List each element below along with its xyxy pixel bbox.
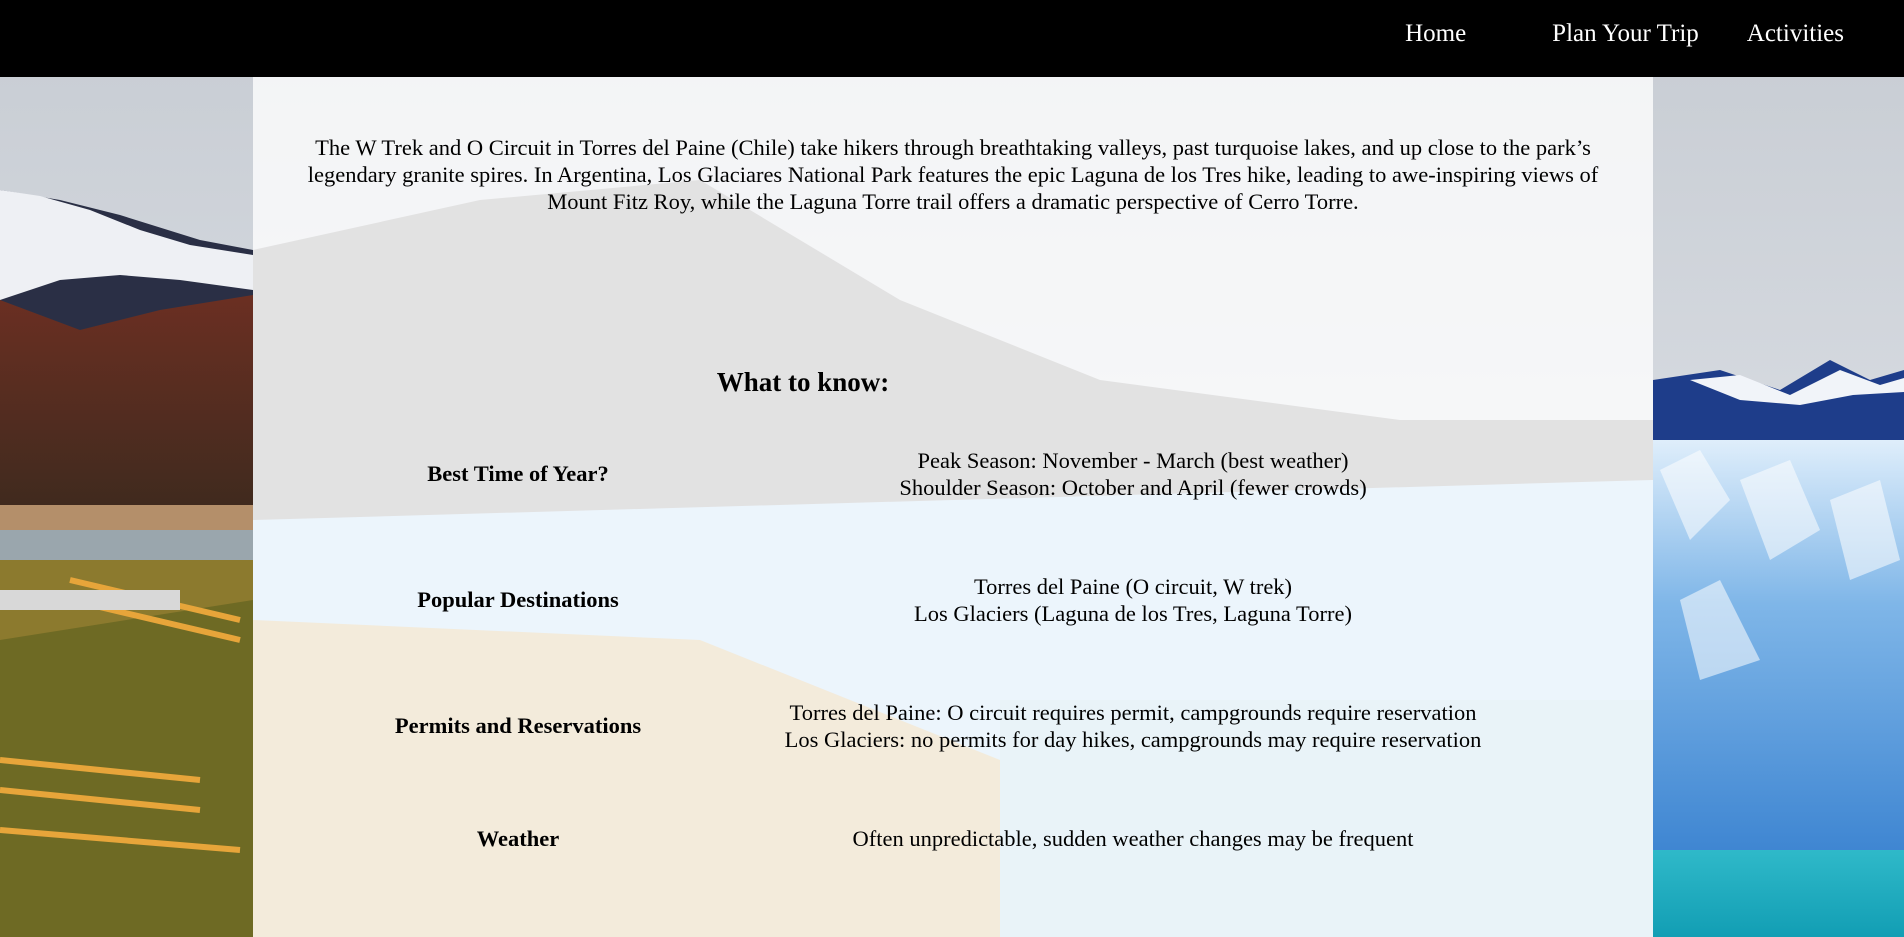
info-row-weather: Weather Often unpredictable, sudden weat… bbox=[253, 825, 1653, 885]
nav-home-link[interactable]: Home bbox=[1381, 20, 1490, 48]
info-row-value-line: Torres del Paine: O circuit requires per… bbox=[789, 700, 1477, 725]
info-row-permits: Permits and Reservations Torres del Pain… bbox=[253, 699, 1653, 759]
info-row-value-line: Peak Season: November - March (best weat… bbox=[917, 448, 1349, 473]
info-row-label: Best Time of Year? bbox=[427, 461, 609, 486]
what-to-know-heading: What to know: bbox=[253, 367, 1653, 398]
intro-paragraph: The W Trek and O Circuit in Torres del P… bbox=[307, 135, 1599, 214]
info-row-value: Often unpredictable, sudden weather chan… bbox=[783, 825, 1483, 852]
page: Home Plan Your Trip Activities The W Tre… bbox=[0, 0, 1904, 937]
info-row-value-line: Los Glaciers: no permits for day hikes, … bbox=[784, 727, 1482, 752]
info-row-value-line: Torres del Paine (O circuit, W trek) bbox=[973, 574, 1293, 599]
main-content-panel: The W Trek and O Circuit in Torres del P… bbox=[253, 77, 1653, 937]
nav-links: Home Plan Your Trip Activities bbox=[1381, 20, 1868, 48]
info-row-value: Torres del Paine: O circuit requires per… bbox=[783, 699, 1483, 753]
nav-plan-trip-link[interactable]: Plan Your Trip bbox=[1528, 20, 1723, 48]
info-row-popular-destinations: Popular Destinations Torres del Paine (O… bbox=[253, 573, 1653, 633]
info-row-best-time: Best Time of Year? Peak Season: November… bbox=[253, 447, 1653, 507]
info-row-value: Torres del Paine (O circuit, W trek) Los… bbox=[783, 573, 1483, 627]
nav-activities-link[interactable]: Activities bbox=[1723, 20, 1868, 48]
info-row-value-line: Los Glaciers (Laguna de los Tres, Laguna… bbox=[914, 601, 1352, 626]
info-row-label: Popular Destinations bbox=[417, 587, 619, 612]
what-to-know-title: What to know: bbox=[716, 367, 890, 397]
info-row-value: Peak Season: November - March (best weat… bbox=[783, 447, 1483, 501]
info-row-label: Weather bbox=[476, 826, 560, 851]
top-navbar: Home Plan Your Trip Activities bbox=[0, 0, 1904, 77]
info-row-label: Permits and Reservations bbox=[394, 713, 642, 738]
info-row-value-line: Often unpredictable, sudden weather chan… bbox=[852, 826, 1414, 851]
info-row-value-line: Shoulder Season: October and April (fewe… bbox=[899, 475, 1367, 500]
